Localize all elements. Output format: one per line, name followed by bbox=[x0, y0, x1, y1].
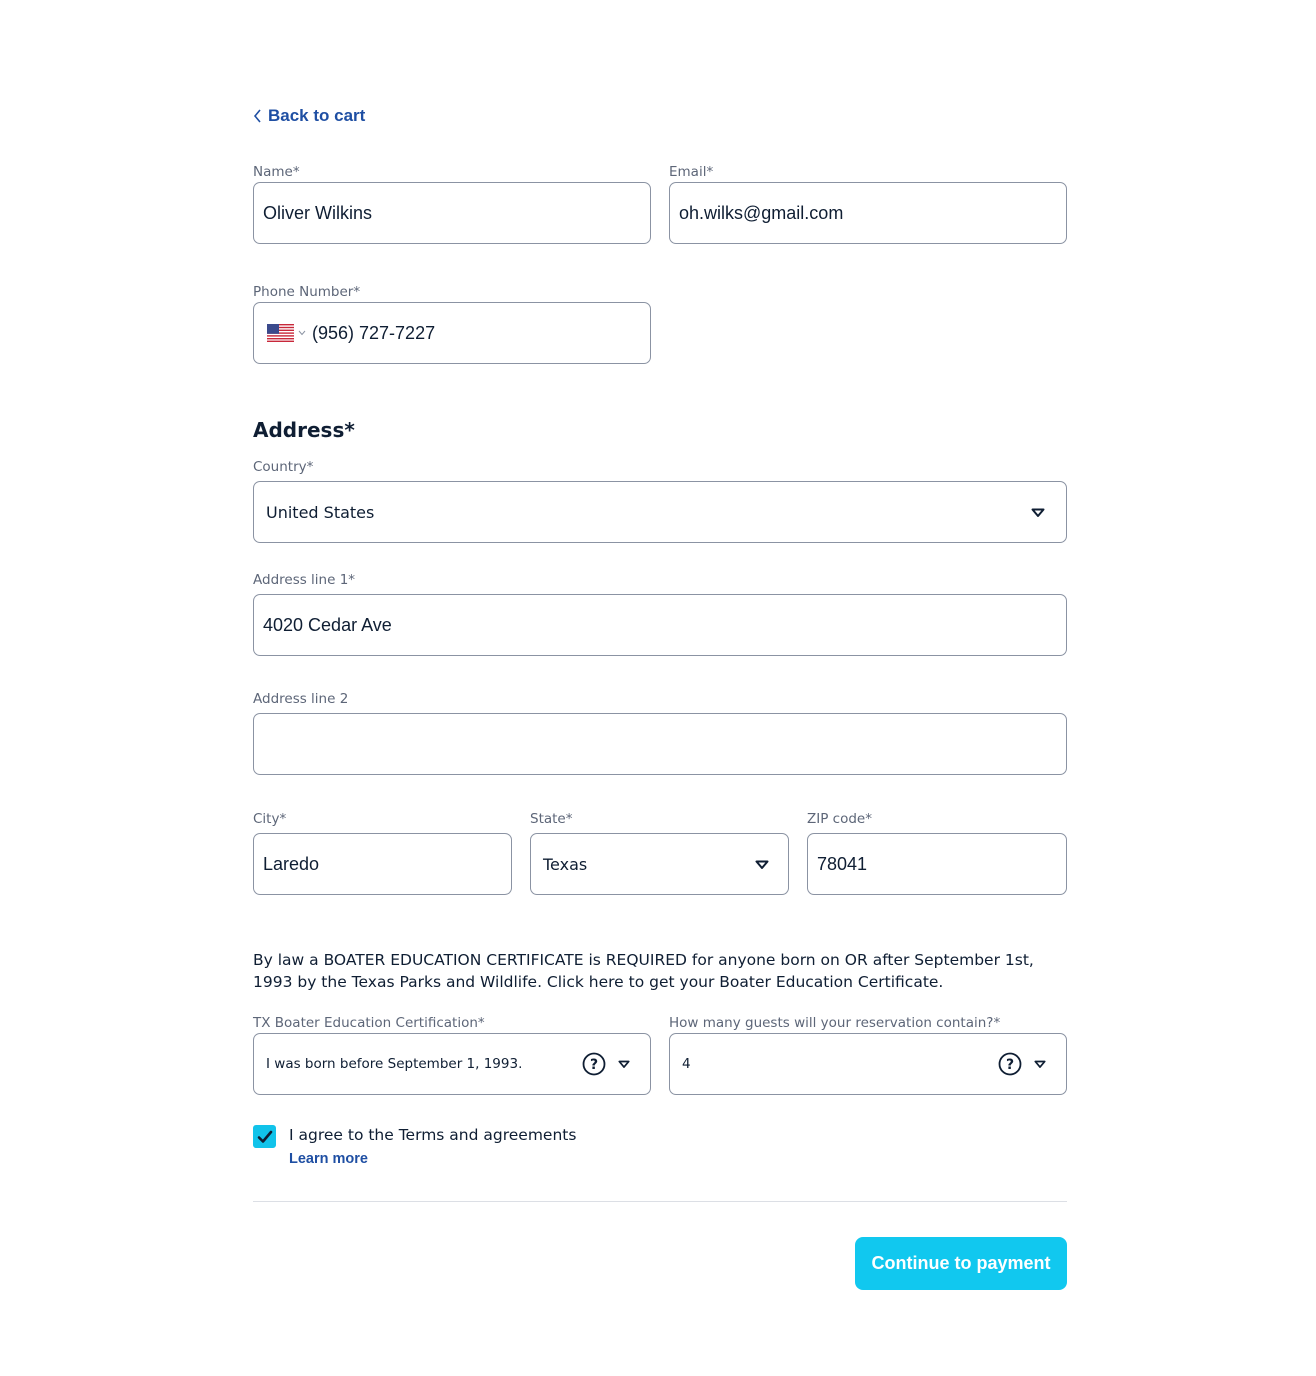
country-value: United States bbox=[266, 502, 375, 522]
phone-input[interactable]: (956) 727-7227 bbox=[253, 302, 651, 364]
address-line1-label: Address line 1* bbox=[253, 572, 356, 588]
address-line1-value: 4020 Cedar Ave bbox=[263, 614, 392, 635]
cert-select[interactable]: I was born before September 1, 1993. ? bbox=[253, 1033, 651, 1095]
city-label: City* bbox=[253, 811, 287, 827]
address-line2-label: Address line 2 bbox=[253, 691, 349, 707]
caret-down-icon bbox=[755, 860, 769, 869]
city-value: Laredo bbox=[263, 853, 320, 874]
state-value: Texas bbox=[543, 854, 588, 874]
boater-certificate-notice[interactable]: By law a BOATER EDUCATION CERTIFICATE is… bbox=[253, 949, 1073, 993]
caret-down-icon bbox=[1031, 508, 1045, 517]
zip-input[interactable]: 78041 bbox=[807, 833, 1067, 895]
chevron-left-icon bbox=[253, 109, 261, 123]
address-heading: Address* bbox=[253, 418, 355, 442]
zip-value: 78041 bbox=[817, 853, 868, 874]
state-label: State* bbox=[530, 811, 573, 827]
name-label: Name* bbox=[253, 164, 300, 180]
email-value: oh.wilks@gmail.com bbox=[679, 202, 844, 223]
guests-label: How many guests will your reservation co… bbox=[669, 1015, 1001, 1031]
checkmark-icon bbox=[257, 1130, 272, 1143]
guests-value: 4 bbox=[682, 1056, 691, 1072]
name-input[interactable]: Oliver Wilkins bbox=[253, 182, 651, 244]
divider bbox=[253, 1201, 1067, 1202]
state-select[interactable]: Texas bbox=[530, 833, 789, 895]
country-select[interactable]: United States bbox=[253, 481, 1067, 543]
caret-down-icon bbox=[618, 1060, 630, 1068]
terms-label[interactable]: I agree to the Terms and agreements bbox=[289, 1126, 576, 1144]
terms-checkbox[interactable] bbox=[253, 1125, 276, 1148]
email-input[interactable]: oh.wilks@gmail.com bbox=[669, 182, 1067, 244]
cert-value: I was born before September 1, 1993. bbox=[266, 1056, 523, 1072]
us-flag-icon bbox=[267, 324, 294, 342]
continue-to-payment-button[interactable]: Continue to payment bbox=[855, 1237, 1067, 1290]
question-circle-icon[interactable]: ? bbox=[582, 1052, 606, 1076]
learn-more-link[interactable]: Learn more bbox=[289, 1151, 368, 1167]
question-circle-icon[interactable]: ? bbox=[998, 1052, 1022, 1076]
email-label: Email* bbox=[669, 164, 714, 180]
guests-select[interactable]: 4 ? bbox=[669, 1033, 1067, 1095]
country-code-selector[interactable] bbox=[267, 324, 306, 342]
country-label: Country* bbox=[253, 459, 314, 475]
name-value: Oliver Wilkins bbox=[263, 202, 373, 223]
back-to-cart-label: Back to cart bbox=[268, 106, 366, 125]
svg-text:?: ? bbox=[590, 1057, 598, 1073]
cert-label: TX Boater Education Certification* bbox=[253, 1015, 485, 1031]
back-to-cart-link[interactable]: Back to cart bbox=[253, 104, 365, 128]
address-line2-input[interactable] bbox=[253, 713, 1067, 775]
address-line1-input[interactable]: 4020 Cedar Ave bbox=[253, 594, 1067, 656]
phone-value: (956) 727-7227 bbox=[312, 322, 436, 343]
svg-text:?: ? bbox=[1006, 1057, 1014, 1073]
chevron-down-icon bbox=[298, 330, 306, 336]
caret-down-icon bbox=[1034, 1060, 1046, 1068]
phone-label: Phone Number* bbox=[253, 284, 361, 300]
city-input[interactable]: Laredo bbox=[253, 833, 512, 895]
zip-label: ZIP code* bbox=[807, 811, 872, 827]
